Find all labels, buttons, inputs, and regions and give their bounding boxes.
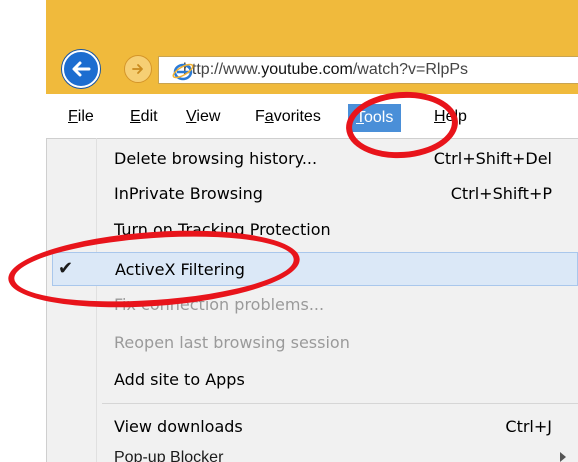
menu-item-shortcut: Ctrl+Shift+Del (433, 149, 552, 168)
menu-item-popup-blocker[interactable]: Pop-up Blocker (114, 448, 223, 462)
menu-item-label: Pop-up Blocker (114, 449, 224, 462)
menu-view[interactable]: View (182, 106, 224, 130)
menu-item-label: Reopen last browsing session (114, 333, 350, 352)
menu-item-shortcut: Ctrl+Shift+P (450, 184, 552, 203)
back-button[interactable] (62, 50, 100, 88)
menu-item-delete-history[interactable]: Delete browsing history... Ctrl+Shift+De… (100, 142, 570, 176)
menu-item-shortcut: Ctrl+J (505, 417, 552, 436)
forward-arrow-icon (132, 64, 143, 74)
menu-item-label: Add site to Apps (114, 370, 245, 389)
menu-item-inprivate[interactable]: InPrivate Browsing Ctrl+Shift+P (100, 177, 570, 211)
menu-file[interactable]: File (64, 106, 98, 130)
menu-edit[interactable]: Edit (126, 106, 162, 130)
window-titlebar (46, 0, 578, 42)
address-bar[interactable]: http://www. youtube.com/watch?v=RlpPs (158, 56, 578, 84)
menu-favorites[interactable]: Favorites (251, 106, 325, 130)
menu-separator (102, 403, 578, 404)
url-domain: youtube.com (261, 61, 353, 78)
menu-item-view-downloads[interactable]: View downloads Ctrl+J (100, 410, 570, 444)
menu-item-label: View downloads (114, 417, 243, 436)
menu-item-add-to-apps[interactable]: Add site to Apps (100, 363, 570, 397)
url-prefix: http://www. (183, 61, 262, 78)
back-arrow-icon (72, 61, 91, 77)
menu-item-label: InPrivate Browsing (114, 184, 263, 203)
menu-item-reopen-session: Reopen last browsing session (100, 326, 570, 360)
submenu-arrow-icon (560, 452, 566, 462)
ie-logo-icon (172, 63, 194, 81)
url-suffix: /watch?v=RlpPs (352, 61, 469, 78)
forward-button[interactable] (124, 55, 152, 83)
menu-item-label: Delete browsing history... (114, 149, 318, 168)
